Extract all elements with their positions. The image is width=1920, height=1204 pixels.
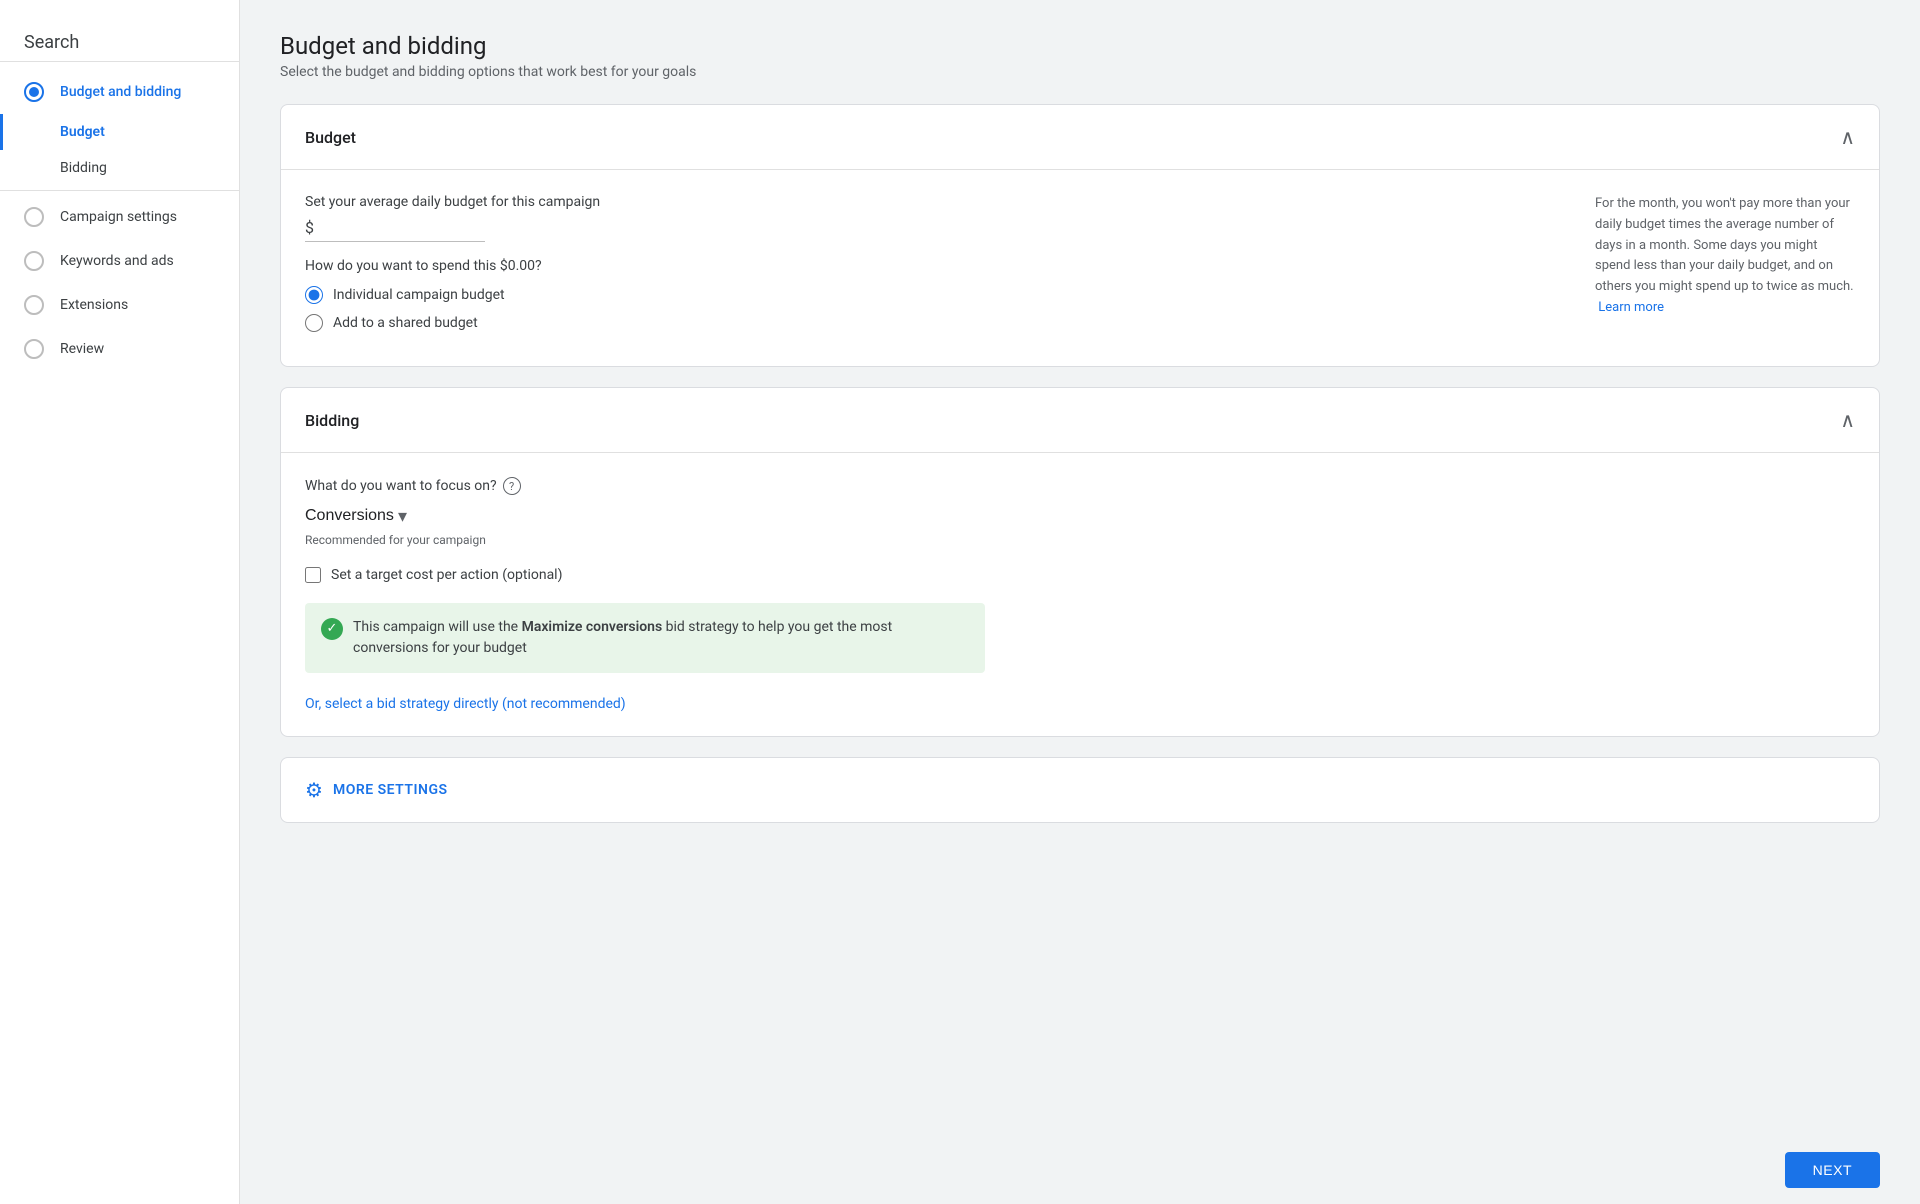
sidebar-divider: [0, 190, 239, 191]
info-banner: ✓ This campaign will use the Maximize co…: [305, 603, 985, 673]
radio-individual-label: Individual campaign budget: [333, 287, 505, 303]
target-cost-label: Set a target cost per action (optional): [331, 567, 562, 583]
budget-card-body: Set your average daily budget for this c…: [281, 170, 1879, 366]
conversions-dropdown[interactable]: Conversions ▾: [305, 506, 407, 527]
chevron-up-icon[interactable]: ∧: [1840, 125, 1855, 149]
check-circle-icon: ✓: [321, 618, 343, 640]
budget-card: Budget ∧ Set your average daily budget f…: [280, 104, 1880, 367]
target-cost-checkbox-row[interactable]: Set a target cost per action (optional): [305, 567, 1855, 583]
more-settings-label: MORE SETTINGS: [333, 782, 448, 798]
gear-icon: ⚙: [305, 778, 323, 802]
sidebar-sub-item-bidding[interactable]: Bidding: [0, 150, 239, 186]
main-content: Budget and bidding Select the budget and…: [240, 0, 1920, 1136]
budget-input-wrapper: $: [305, 218, 485, 242]
radio-shared-input[interactable]: [305, 314, 323, 332]
budget-card-title: Budget: [305, 128, 356, 147]
sidebar-item-review[interactable]: Review: [0, 327, 239, 371]
budget-card-header: Budget ∧: [281, 105, 1879, 170]
page-title: Budget and bidding: [280, 32, 1880, 60]
sidebar-sub-item-budget[interactable]: Budget: [0, 114, 239, 150]
sidebar-search-label: Search: [0, 16, 239, 62]
radio-shared-budget[interactable]: Add to a shared budget: [305, 314, 1555, 332]
currency-symbol: $: [305, 218, 314, 237]
banner-text-start: This campaign will use the: [353, 619, 522, 635]
sidebar-circle-budget-bidding: [24, 82, 44, 102]
sidebar-label-review: Review: [60, 341, 104, 357]
sidebar-item-campaign-settings[interactable]: Campaign settings: [0, 195, 239, 239]
bidding-card: Bidding ∧ What do you want to focus on? …: [280, 387, 1880, 737]
help-icon[interactable]: ?: [503, 477, 521, 495]
bidding-card-body: What do you want to focus on? ? Conversi…: [281, 453, 1879, 736]
budget-card-left: Set your average daily budget for this c…: [305, 194, 1555, 342]
budget-card-right: For the month, you won't pay more than y…: [1595, 194, 1855, 342]
bidding-chevron-up-icon[interactable]: ∧: [1840, 408, 1855, 432]
footer-bar: NEXT: [240, 1136, 1920, 1204]
sidebar-circle-keywords-ads: [24, 251, 44, 271]
sidebar-item-keywords-ads[interactable]: Keywords and ads: [0, 239, 239, 283]
budget-input[interactable]: [318, 219, 438, 237]
recommended-text: Recommended for your campaign: [305, 533, 1855, 547]
learn-more-link[interactable]: Learn more: [1598, 300, 1664, 315]
more-settings-card[interactable]: ⚙ MORE SETTINGS: [280, 757, 1880, 823]
banner-bold-text: Maximize conversions: [522, 619, 663, 635]
daily-budget-label: Set your average daily budget for this c…: [305, 194, 1555, 210]
focus-question-text: What do you want to focus on?: [305, 478, 497, 494]
sidebar-item-budget-bidding[interactable]: Budget and bidding: [0, 70, 239, 114]
dropdown-arrow-icon: ▾: [398, 506, 407, 527]
dropdown-value: Conversions: [305, 507, 394, 525]
spend-question: How do you want to spend this $0.00?: [305, 258, 1555, 274]
sidebar-sub-label-bidding: Bidding: [60, 160, 107, 176]
sidebar: Search Budget and bidding Budget Bidding…: [0, 0, 240, 1204]
sidebar-circle-extensions: [24, 295, 44, 315]
sidebar-item-extensions[interactable]: Extensions: [0, 283, 239, 327]
sidebar-label-budget-bidding: Budget and bidding: [60, 84, 181, 100]
budget-side-text: For the month, you won't pay more than y…: [1595, 196, 1854, 294]
info-banner-text: This campaign will use the Maximize conv…: [353, 617, 969, 659]
bidding-card-header: Bidding ∧: [281, 388, 1879, 453]
radio-individual-input[interactable]: [305, 286, 323, 304]
sidebar-circle-review: [24, 339, 44, 359]
page-subtitle: Select the budget and bidding options th…: [280, 64, 1880, 80]
sidebar-circle-campaign-settings: [24, 207, 44, 227]
alt-strategy-link[interactable]: Or, select a bid strategy directly (not …: [305, 696, 626, 712]
target-cost-checkbox[interactable]: [305, 567, 321, 583]
sidebar-label-campaign-settings: Campaign settings: [60, 209, 177, 225]
bidding-card-title: Bidding: [305, 411, 359, 430]
focus-label: What do you want to focus on? ?: [305, 477, 1855, 495]
sidebar-label-extensions: Extensions: [60, 297, 128, 313]
radio-individual-budget[interactable]: Individual campaign budget: [305, 286, 1555, 304]
sidebar-sub-label-budget: Budget: [60, 124, 105, 140]
radio-shared-label: Add to a shared budget: [333, 315, 478, 331]
next-button[interactable]: NEXT: [1785, 1152, 1880, 1188]
sidebar-label-keywords-ads: Keywords and ads: [60, 253, 174, 269]
